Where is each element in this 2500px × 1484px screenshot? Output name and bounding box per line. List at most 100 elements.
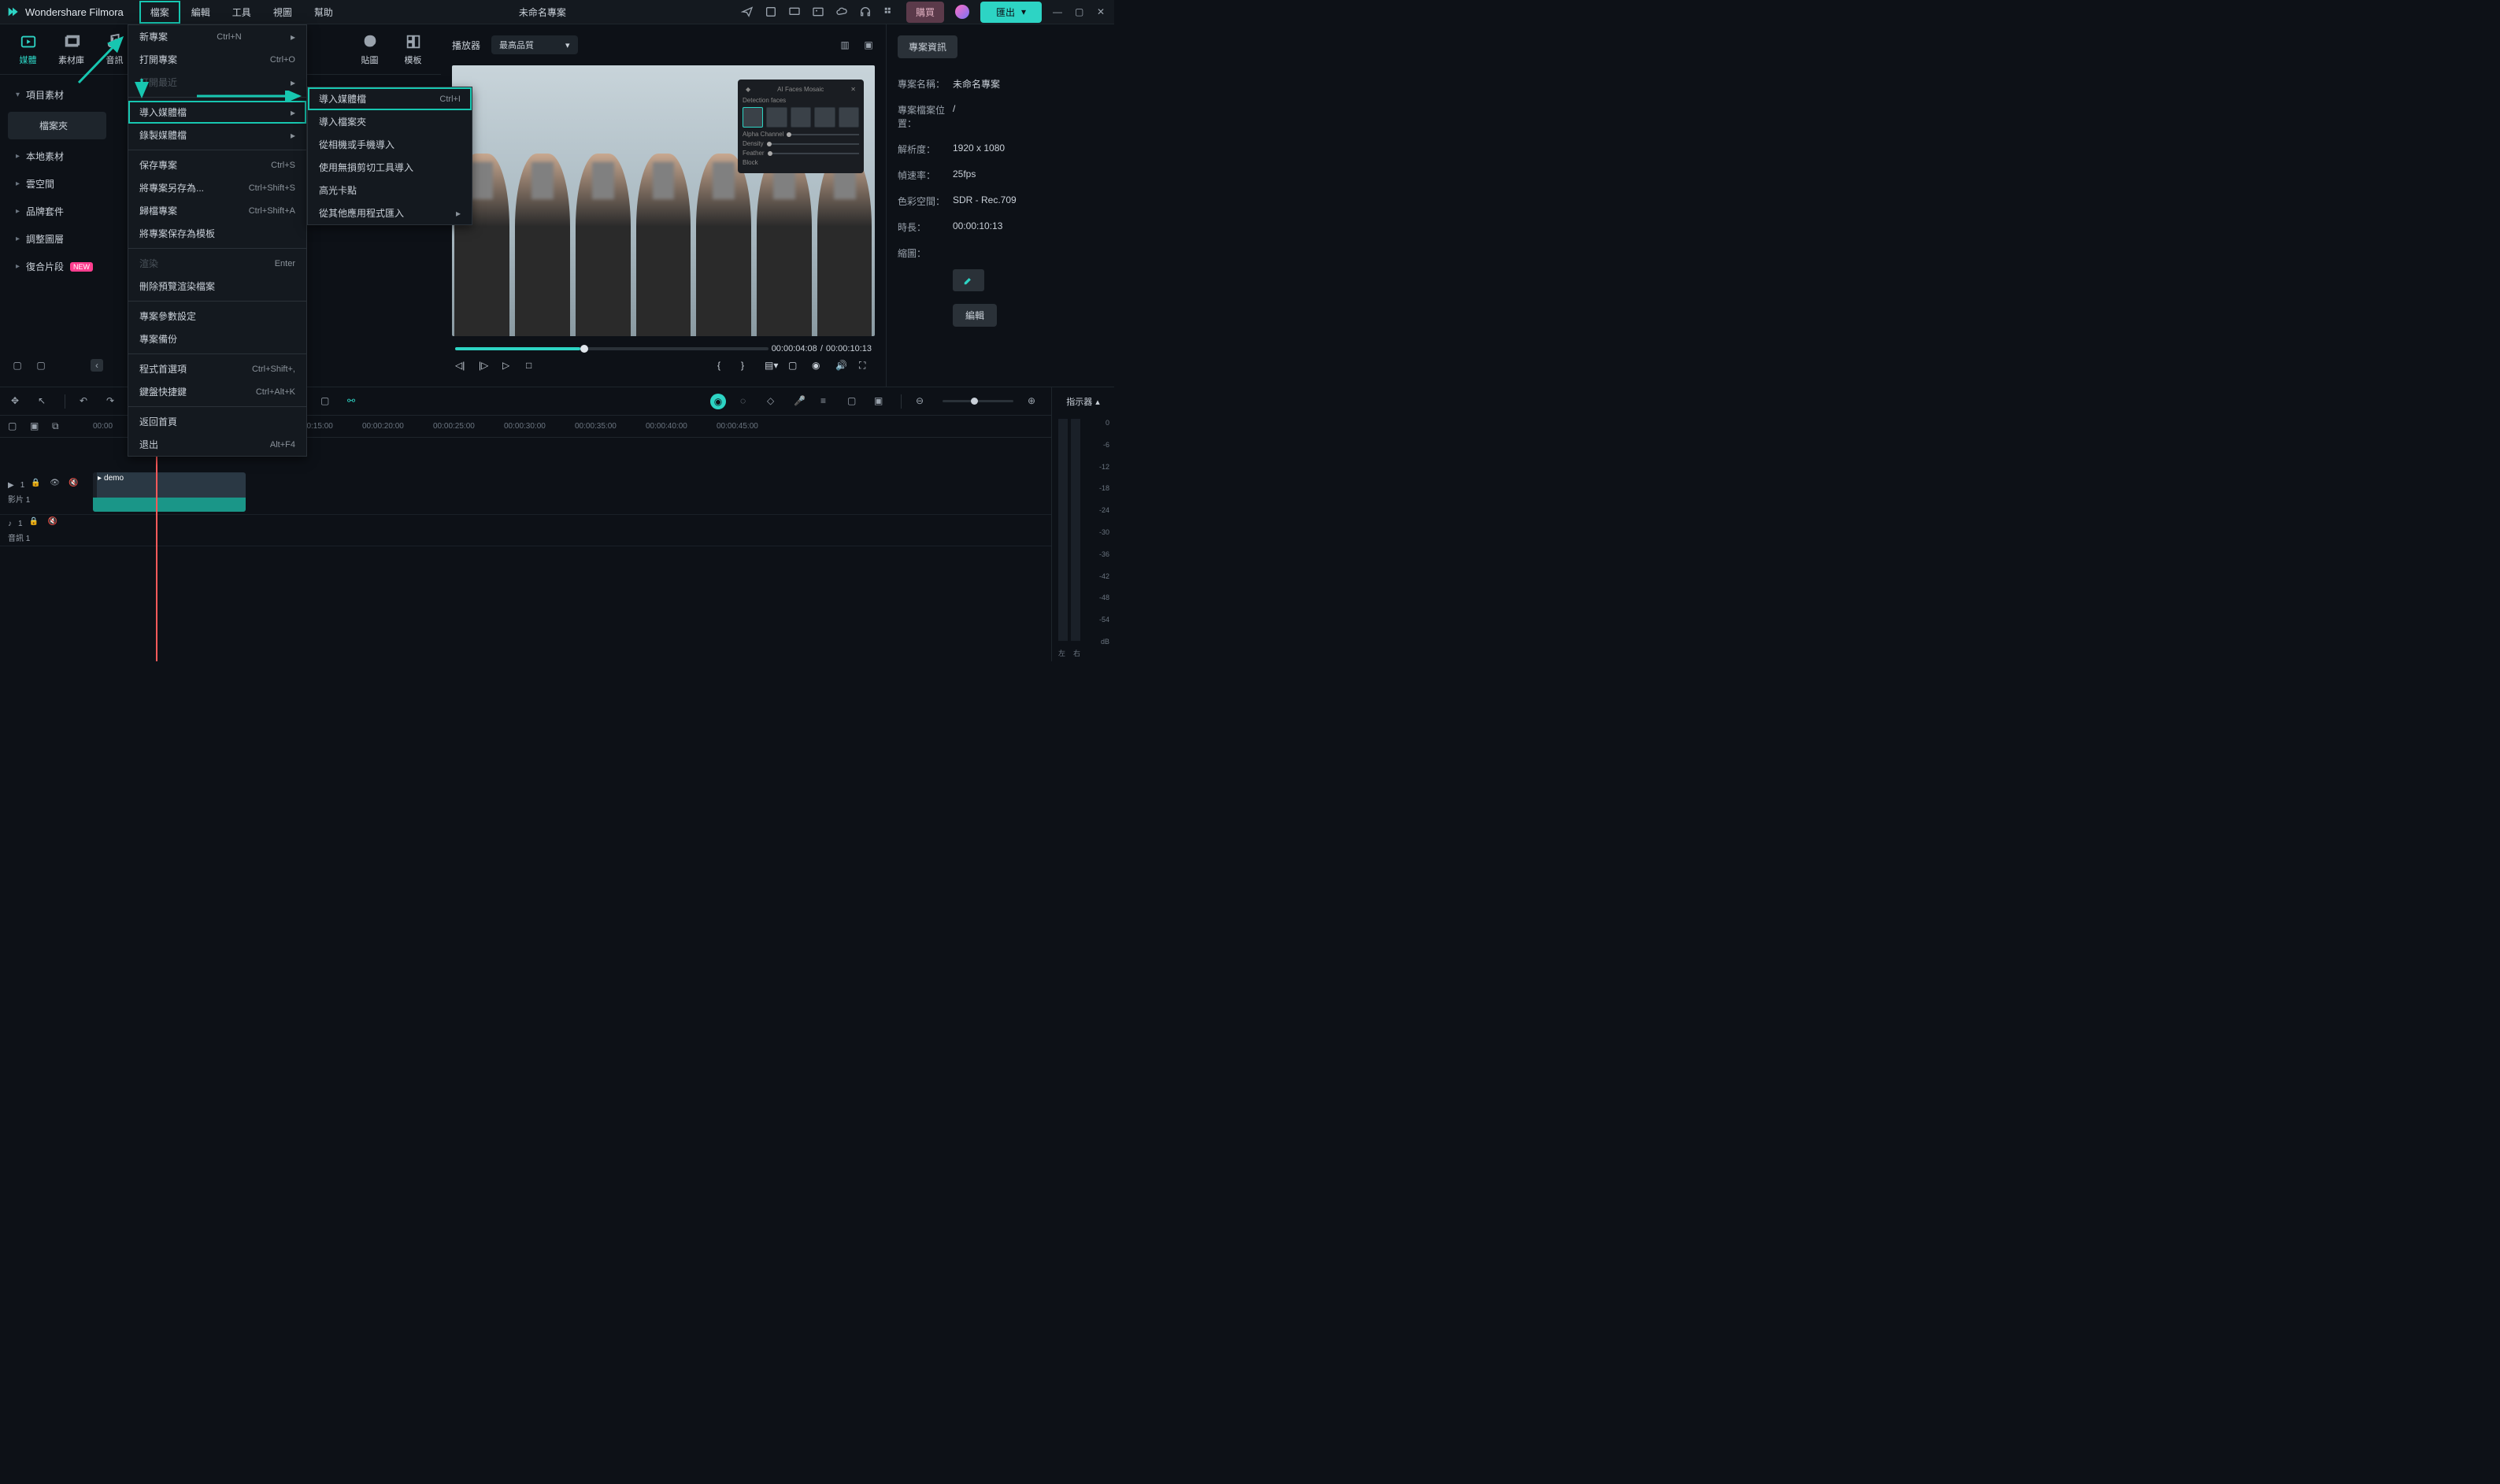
user-avatar[interactable] <box>955 5 969 19</box>
snapshot-icon[interactable]: ◉ <box>812 360 824 372</box>
screen-icon[interactable] <box>788 6 801 18</box>
mic-icon[interactable]: 🎤 <box>794 395 806 408</box>
mark-out-icon[interactable]: } <box>741 360 754 372</box>
submenu-highlight[interactable]: 高光卡點 <box>308 179 472 202</box>
menu-open-recent[interactable]: 打開最近▸ <box>128 71 306 94</box>
track-options-icon[interactable]: ▢ <box>8 420 20 433</box>
tab-sticker[interactable]: 貼圖 <box>348 28 391 71</box>
face-thumb[interactable] <box>839 107 859 128</box>
face-thumb[interactable] <box>743 107 763 128</box>
buy-button[interactable]: 購買 <box>906 2 944 23</box>
face-thumb[interactable] <box>814 107 835 128</box>
mute-icon[interactable]: 🔇 <box>48 517 61 530</box>
undo-icon[interactable]: ↶ <box>80 395 92 408</box>
track-add-icon[interactable]: ▣ <box>30 420 43 433</box>
minimize-icon[interactable]: — <box>1053 6 1064 17</box>
video-clip[interactable]: ▸demo <box>93 472 246 512</box>
slider[interactable] <box>787 134 859 135</box>
mark-in-icon[interactable]: { <box>717 360 730 372</box>
submenu-import-folder[interactable]: 導入檔案夾 <box>308 110 472 133</box>
menu-tools[interactable]: 工具 <box>221 1 262 24</box>
menu-save-as[interactable]: 將專案另存為...Ctrl+Shift+S <box>128 176 306 199</box>
mixer-icon[interactable]: ≡ <box>820 395 833 408</box>
maximize-icon[interactable]: ▢ <box>1075 6 1086 17</box>
sidebar-item-project-media[interactable]: ▾項目素材 <box>0 81 114 109</box>
render-icon[interactable]: ▣ <box>874 395 887 408</box>
sidebar-item-cloud[interactable]: ▸雲空間 <box>0 170 114 198</box>
menu-archive[interactable]: 歸檔專案Ctrl+Shift+A <box>128 199 306 222</box>
folder-add-icon[interactable]: ▢ <box>11 359 24 372</box>
menu-file[interactable]: 檔案 <box>139 1 180 24</box>
submenu-import-lossless[interactable]: 使用無損剪切工具導入 <box>308 156 472 179</box>
ai-icon[interactable]: ◉ <box>710 394 726 409</box>
menu-import-media[interactable]: 導入媒體檔▸ <box>128 101 306 124</box>
link-icon[interactable]: ⚯ <box>347 395 360 408</box>
zoom-slider[interactable] <box>943 400 1013 402</box>
face-thumb[interactable] <box>766 107 787 128</box>
menu-save-template[interactable]: 將專案保存為模板 <box>128 222 306 245</box>
preview-scrubber[interactable] <box>455 347 769 350</box>
marker-icon[interactable]: ◇ <box>767 395 780 408</box>
cloud-icon[interactable] <box>835 6 848 18</box>
collapse-icon[interactable]: ‹ <box>91 359 103 372</box>
voice-icon[interactable]: ◌ <box>740 395 753 408</box>
menu-preferences[interactable]: 程式首選項Ctrl+Shift+, <box>128 357 306 380</box>
magnet-icon[interactable]: ⧉ <box>52 420 65 433</box>
slider[interactable] <box>767 143 859 145</box>
edit-button[interactable]: 編輯 <box>953 304 997 327</box>
sidebar-item-compound[interactable]: ▸復合片段NEW <box>0 253 114 280</box>
record-icon[interactable]: ▢ <box>847 395 860 408</box>
sidebar-item-local[interactable]: ▸本地素材 <box>0 142 114 170</box>
menu-project-backup[interactable]: 專案備份 <box>128 328 306 350</box>
prev-frame-icon[interactable]: ◁| <box>455 360 468 372</box>
compare-icon[interactable]: ▥ <box>839 39 851 51</box>
playhead[interactable] <box>156 438 157 661</box>
quality-select[interactable]: 最高品質▾ <box>491 35 578 54</box>
menu-shortcuts[interactable]: 鍵盤快捷鍵Ctrl+Alt+K <box>128 380 306 403</box>
close-icon[interactable]: ✕ <box>1097 6 1108 17</box>
slider[interactable] <box>768 153 859 154</box>
zoom-out-icon[interactable]: ⊖ <box>916 395 928 408</box>
menu-exit[interactable]: 退出Alt+F4 <box>128 433 306 456</box>
lock-icon[interactable]: 🔒 <box>31 479 43 491</box>
update-icon[interactable] <box>765 6 777 18</box>
export-button[interactable]: 匯出▾ <box>980 2 1042 23</box>
sidebar-item-adjust[interactable]: ▸調整圖層 <box>0 225 114 253</box>
next-frame-icon[interactable]: |▷ <box>479 360 491 372</box>
sidebar-item-brand[interactable]: ▸品牌套件 <box>0 198 114 225</box>
sidebar-item-folder[interactable]: 檔案夾 <box>8 112 106 139</box>
fullscreen-icon[interactable]: ⛶ <box>859 360 872 372</box>
mosaic-panel[interactable]: ◆AI Faces Mosaic✕ Detection faces Alpha … <box>738 80 864 173</box>
monitor-icon[interactable]: ▢ <box>788 360 801 372</box>
zoom-in-icon[interactable]: ⊕ <box>1028 395 1040 408</box>
menu-view[interactable]: 視圖 <box>262 1 303 24</box>
menu-record-media[interactable]: 錄製媒體檔▸ <box>128 124 306 146</box>
volume-icon[interactable]: 🔊 <box>835 360 848 372</box>
submenu-import-other[interactable]: 從其他應用程式匯入▸ <box>308 202 472 224</box>
menu-project-settings[interactable]: 專案參數設定 <box>128 305 306 328</box>
submenu-import-camera[interactable]: 從相機或手機導入 <box>308 133 472 156</box>
select-tool-icon[interactable]: ✥ <box>11 395 24 408</box>
mask-icon[interactable]: ▢ <box>320 395 333 408</box>
menu-new-project[interactable]: 新專案Ctrl+N▸ <box>128 25 306 48</box>
folder-icon[interactable]: ▢ <box>35 359 47 372</box>
mute-icon[interactable]: 🔇 <box>69 479 81 491</box>
submenu-import-media-file[interactable]: 導入媒體檔Ctrl+I <box>308 87 472 110</box>
face-thumb[interactable] <box>791 107 811 128</box>
menu-home[interactable]: 返回首頁 <box>128 410 306 433</box>
menu-save[interactable]: 保存專案Ctrl+S <box>128 154 306 176</box>
headphones-icon[interactable] <box>859 6 872 18</box>
tab-media[interactable]: 媒體 <box>6 28 50 71</box>
redo-icon[interactable]: ↷ <box>106 395 119 408</box>
send-icon[interactable] <box>741 6 754 18</box>
lock-icon[interactable]: 🔒 <box>29 517 42 530</box>
close-icon[interactable]: ✕ <box>850 86 856 93</box>
cursor-tool-icon[interactable]: ↖ <box>38 395 50 408</box>
play-icon[interactable]: ▷ <box>502 360 515 372</box>
tab-template[interactable]: 模板 <box>391 28 435 71</box>
menu-open-project[interactable]: 打開專案Ctrl+O <box>128 48 306 71</box>
tab-stock[interactable]: 素材庫 <box>50 28 93 71</box>
menu-help[interactable]: 幫助 <box>303 1 344 24</box>
ratio-icon[interactable]: ▤▾ <box>765 360 777 372</box>
apps-icon[interactable] <box>883 6 895 18</box>
